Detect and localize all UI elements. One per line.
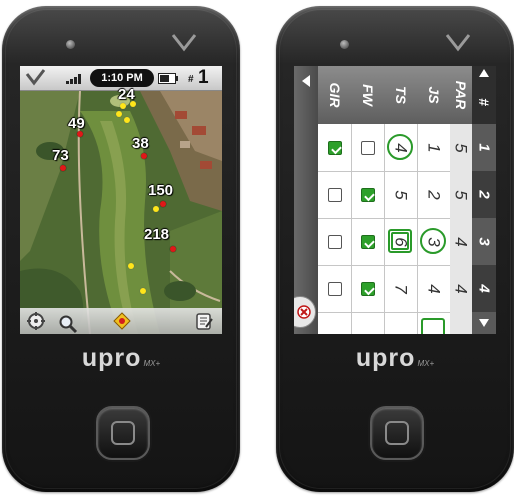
fw-checkbox[interactable] (360, 140, 375, 155)
gir-checkbox[interactable] (327, 140, 342, 155)
ts-cell[interactable] (384, 312, 418, 334)
distance-label: 218 (144, 226, 170, 243)
distance-label: 150 (148, 182, 174, 199)
scroll-left-column[interactable] (294, 66, 318, 334)
gir-cell[interactable] (318, 171, 352, 219)
arrow-left-icon[interactable] (300, 74, 312, 88)
column-header-hole[interactable]: # (472, 66, 496, 124)
brand-name: upro (355, 344, 416, 372)
distance-label: 49 (68, 115, 85, 132)
ts-cell[interactable]: 5 (384, 171, 418, 219)
js-cell[interactable] (417, 312, 451, 334)
hole-cell[interactable]: 3 (472, 218, 496, 266)
scorecard-screen: GIR FW TS JS PAR # 4 1 5 1 5 2 5 2 6 3 4… (294, 66, 496, 334)
gir-checkbox[interactable] (327, 187, 342, 202)
camera-lens (66, 40, 75, 49)
par-cell: 4 (450, 265, 473, 313)
map-screen: 1:10 PM # 1 24 49 38 73 150 218 (20, 66, 222, 334)
column-header-fw: FW (351, 66, 385, 124)
signal-icon (66, 74, 84, 84)
brand-model: MX+ (143, 359, 161, 368)
home-button[interactable] (370, 406, 424, 460)
par-cell (450, 312, 473, 334)
course-map[interactable]: 24 49 38 73 150 218 (20, 86, 222, 334)
home-button[interactable] (96, 406, 150, 460)
hole-number: 1 (198, 67, 209, 88)
clock: 1:10 PM (90, 69, 154, 87)
device-map: 1:10 PM # 1 24 49 38 73 150 218 upro MX+ (2, 6, 240, 492)
brand-model: MX+ (417, 359, 435, 368)
js-cell[interactable]: 4 (417, 265, 451, 313)
hole-indicator[interactable]: # 1 (184, 66, 222, 90)
gir-cell[interactable] (318, 124, 352, 172)
gir-cell[interactable] (318, 265, 352, 313)
map-toolbar (20, 308, 222, 334)
gir-checkbox[interactable] (327, 281, 342, 296)
distance-marker (140, 288, 146, 294)
ts-cell[interactable]: 4 (384, 124, 418, 172)
fw-checkbox[interactable] (360, 281, 375, 296)
distance-marker (130, 101, 136, 107)
distance-marker (128, 263, 134, 269)
distance-marker (153, 206, 159, 212)
camera-lens (340, 40, 349, 49)
par-cell: 4 (450, 218, 473, 266)
gir-checkbox[interactable] (327, 234, 342, 249)
distance-marker (141, 153, 147, 159)
scorecard-grid: GIR FW TS JS PAR # 4 1 5 1 5 2 5 2 6 3 4… (294, 66, 496, 334)
fw-checkbox[interactable] (360, 187, 375, 202)
fw-checkbox[interactable] (360, 234, 375, 249)
fw-cell[interactable] (351, 312, 385, 334)
pin-icon[interactable] (112, 311, 132, 331)
js-cell[interactable]: 1 (417, 124, 451, 172)
magnifier-icon[interactable] (58, 314, 78, 334)
distance-marker (116, 111, 122, 117)
fw-cell[interactable] (351, 218, 385, 266)
distance-marker (124, 117, 130, 123)
hole-cell[interactable]: 1 (472, 124, 496, 172)
fw-cell[interactable] (351, 265, 385, 313)
notepad-icon[interactable] (194, 311, 214, 331)
js-cell[interactable]: 2 (417, 171, 451, 219)
checkmark-icon[interactable] (24, 68, 46, 88)
ts-cell[interactable]: 6 (384, 218, 418, 266)
brand-logo: upro MX+ (276, 344, 514, 373)
distance-marker (170, 246, 176, 252)
fw-cell[interactable] (351, 124, 385, 172)
device-scorecard: GIR FW TS JS PAR # 4 1 5 1 5 2 5 2 6 3 4… (276, 6, 514, 492)
distance-marker (160, 201, 166, 207)
column-header-par: PAR (450, 66, 473, 124)
arrow-down-icon[interactable] (478, 318, 490, 328)
par-cell: 5 (450, 124, 473, 172)
chevron-logo-icon (446, 34, 470, 52)
distance-marker (77, 131, 83, 137)
hole-cell[interactable]: 2 (472, 171, 496, 219)
gir-cell[interactable] (318, 218, 352, 266)
arrow-up-icon[interactable] (478, 68, 490, 78)
ts-cell[interactable]: 7 (384, 265, 418, 313)
distance-label: 38 (132, 135, 149, 152)
crosshair-icon[interactable] (26, 311, 46, 331)
distance-label: 73 (52, 147, 69, 164)
scroll-down-button[interactable] (472, 312, 496, 334)
js-cell[interactable]: 3 (417, 218, 451, 266)
aerial-photo (20, 91, 222, 334)
close-icon[interactable] (297, 305, 311, 319)
gir-cell[interactable] (318, 312, 352, 334)
column-header-js: JS (417, 66, 451, 124)
distance-marker (60, 165, 66, 171)
distance-marker (120, 103, 126, 109)
battery-icon (158, 73, 178, 84)
hole-hash: # (188, 74, 194, 85)
column-header-ts: TS (384, 66, 418, 124)
hole-cell[interactable]: 4 (472, 265, 496, 313)
brand-logo: upro MX+ (2, 344, 240, 373)
column-header-gir: GIR (318, 66, 352, 124)
fw-cell[interactable] (351, 171, 385, 219)
par-cell: 5 (450, 171, 473, 219)
brand-name: upro (81, 344, 142, 372)
chevron-logo-icon (172, 34, 196, 52)
